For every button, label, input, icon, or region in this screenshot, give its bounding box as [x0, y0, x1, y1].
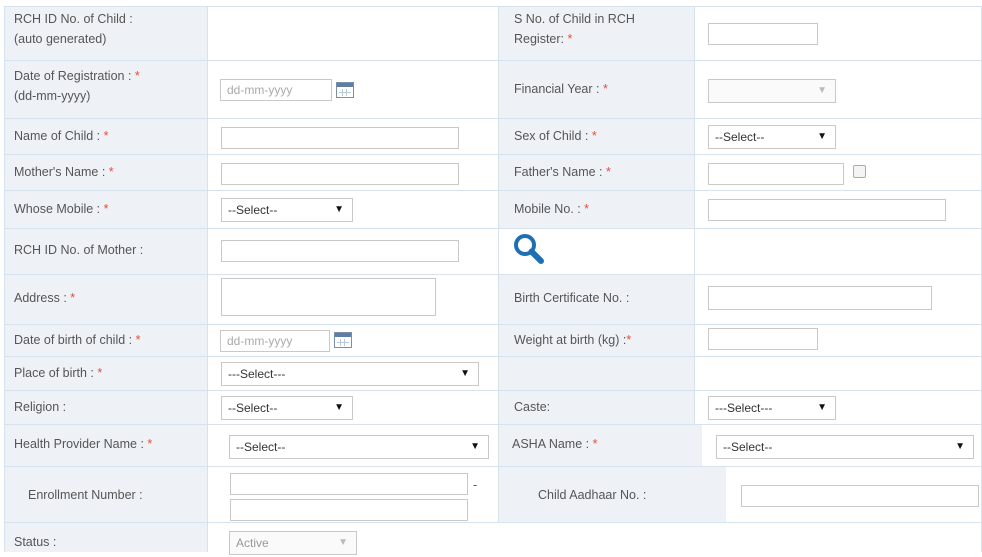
- search-icon[interactable]: [512, 232, 546, 266]
- health-provider-select[interactable]: --Select-- ▼: [229, 435, 489, 459]
- chevron-down-icon: ▼: [817, 85, 827, 96]
- child-aadhaar-input[interactable]: [741, 485, 979, 507]
- weight-birth-input[interactable]: [708, 328, 818, 350]
- chevron-down-icon: ▼: [817, 402, 827, 413]
- label-caste: Caste:: [514, 400, 551, 414]
- label-date-registration: Date of Registration : * (dd-mm-yyyy): [14, 69, 140, 103]
- dob-child-input[interactable]: dd-mm-yyyy: [220, 330, 330, 352]
- religion-select[interactable]: --Select-- ▼: [221, 396, 353, 420]
- name-child-input[interactable]: [221, 127, 459, 149]
- label-weight-birth: Weight at birth (kg) :*: [514, 333, 632, 347]
- label-rch-id-mother: RCH ID No. of Mother :: [14, 243, 144, 257]
- enrollment-number-input-1[interactable]: [230, 473, 468, 495]
- sex-child-select[interactable]: --Select-- ▼: [708, 125, 836, 149]
- date-registration-input[interactable]: dd-mm-yyyy: [220, 79, 332, 101]
- label-place-birth: Place of birth : *: [14, 366, 103, 380]
- label-financial-year: Financial Year : *: [514, 82, 608, 96]
- chevron-down-icon: ▼: [955, 441, 965, 452]
- chevron-down-icon: ▼: [334, 204, 344, 215]
- label-birth-certificate: Birth Certificate No. :: [514, 291, 630, 305]
- enrollment-number-input-2[interactable]: [230, 499, 468, 521]
- birth-certificate-input[interactable]: [708, 286, 932, 310]
- rch-id-mother-input[interactable]: [221, 240, 459, 262]
- father-name-input[interactable]: [708, 163, 844, 185]
- whose-mobile-select[interactable]: --Select-- ▼: [221, 198, 353, 222]
- label-address: Address : *: [14, 291, 76, 305]
- chevron-down-icon: ▼: [338, 537, 348, 548]
- label-whose-mobile: Whose Mobile : *: [14, 202, 109, 216]
- label-mother-name: Mother's Name : *: [14, 165, 114, 179]
- address-textarea[interactable]: [221, 278, 436, 316]
- calendar-icon[interactable]: [334, 332, 352, 348]
- father-name-checkbox[interactable]: [853, 165, 866, 178]
- label-status: Status :: [14, 535, 57, 549]
- caste-select[interactable]: ---Select--- ▼: [708, 396, 836, 420]
- enrollment-separator: -: [473, 478, 478, 492]
- label-mobile-no: Mobile No. : *: [514, 202, 590, 216]
- label-religion: Religion :: [14, 400, 67, 414]
- place-birth-select[interactable]: ---Select--- ▼: [221, 362, 479, 386]
- s-no-child-input[interactable]: [708, 23, 818, 45]
- label-rch-id-child: RCH ID No. of Child : (auto generated): [14, 12, 133, 46]
- label-enrollment-number: Enrollment Number :: [28, 488, 143, 502]
- financial-year-select[interactable]: ▼: [708, 79, 836, 103]
- chevron-down-icon: ▼: [817, 131, 827, 142]
- label-asha-name: ASHA Name : *: [512, 437, 598, 451]
- label-child-aadhaar: Child Aadhaar No. :: [538, 488, 647, 502]
- label-s-no-child: S No. of Child in RCH Register: *: [514, 12, 635, 46]
- mobile-no-input[interactable]: [708, 199, 946, 221]
- chevron-down-icon: ▼: [470, 441, 480, 452]
- label-father-name: Father's Name : *: [514, 165, 611, 179]
- label-health-provider: Health Provider Name : *: [14, 437, 153, 451]
- status-select[interactable]: Active ▼: [229, 531, 357, 555]
- mother-name-input[interactable]: [221, 163, 459, 185]
- chevron-down-icon: ▼: [460, 368, 470, 379]
- chevron-down-icon: ▼: [334, 402, 344, 413]
- calendar-icon[interactable]: [336, 82, 354, 98]
- asha-select[interactable]: --Select-- ▼: [716, 435, 974, 459]
- label-name-child: Name of Child : *: [14, 129, 109, 143]
- label-sex-child: Sex of Child : *: [514, 129, 597, 143]
- label-dob-child: Date of birth of child : *: [14, 333, 141, 347]
